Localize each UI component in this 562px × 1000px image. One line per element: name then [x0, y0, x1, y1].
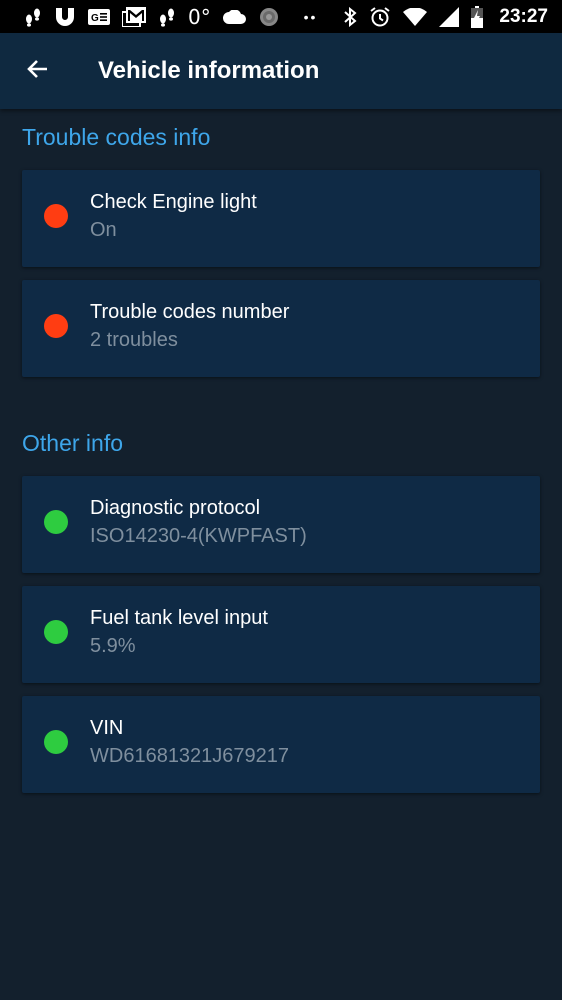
- card-title: Fuel tank level input: [90, 607, 268, 629]
- card-value: 2 troubles: [90, 329, 178, 351]
- battery-charging-icon: [471, 5, 484, 28]
- signal-icon: [439, 6, 460, 27]
- card-value: 5.9%: [90, 635, 136, 657]
- card-title: Trouble codes number: [90, 301, 290, 323]
- svg-text:G: G: [91, 13, 99, 24]
- clock-time: 23:27: [499, 5, 548, 27]
- system-icons: •• 23:27: [294, 5, 548, 28]
- bluetooth-icon: [343, 6, 357, 27]
- footprints-icon: [24, 7, 42, 27]
- info-card-vin[interactable]: VIN WD61681321J679217: [22, 696, 540, 793]
- info-card-diagnostic-protocol[interactable]: Diagnostic protocol ISO14230-4(KWPFAST): [22, 476, 540, 573]
- status-dot-ok-icon: [44, 730, 68, 754]
- back-button[interactable]: [0, 33, 76, 109]
- cloud-icon: [222, 7, 247, 27]
- card-value: WD61681321J679217: [90, 745, 290, 767]
- temperature-text: 0°: [188, 4, 211, 29]
- footprints-icon: [158, 7, 176, 27]
- news-icon: G: [88, 7, 110, 27]
- page-title: Vehicle information: [98, 57, 320, 84]
- status-dot-error-icon: [44, 314, 68, 338]
- app-bar: Vehicle information: [0, 33, 562, 109]
- section-header-other-info: Other info: [22, 430, 123, 456]
- alarm-icon: [369, 6, 391, 27]
- card-title: Check Engine light: [90, 191, 257, 213]
- vehicle-info-content: Trouble codes info Check Engine light On…: [0, 109, 562, 793]
- section-header-trouble-codes: Trouble codes info: [22, 124, 211, 150]
- info-card-trouble-codes-number[interactable]: Trouble codes number 2 troubles: [22, 280, 540, 377]
- circle-texture-icon: [259, 7, 279, 27]
- gmail-icon: [122, 6, 146, 27]
- wifi-icon: [403, 7, 428, 27]
- card-title: Diagnostic protocol: [90, 497, 261, 519]
- status-bar: G 0° •• 23:27: [0, 0, 562, 33]
- info-card-check-engine[interactable]: Check Engine light On: [22, 170, 540, 267]
- card-value: On: [90, 219, 117, 241]
- magnet-icon: [54, 7, 76, 27]
- more-notifications-icon: ••: [303, 8, 318, 25]
- card-value: ISO14230-4(KWPFAST): [90, 525, 307, 547]
- card-title: VIN: [90, 717, 124, 739]
- notification-icons: G 0°: [24, 4, 279, 29]
- arrow-left-icon: [26, 57, 50, 86]
- status-dot-ok-icon: [44, 510, 68, 534]
- status-dot-error-icon: [44, 204, 68, 228]
- status-dot-ok-icon: [44, 620, 68, 644]
- info-card-fuel-tank-level[interactable]: Fuel tank level input 5.9%: [22, 586, 540, 683]
